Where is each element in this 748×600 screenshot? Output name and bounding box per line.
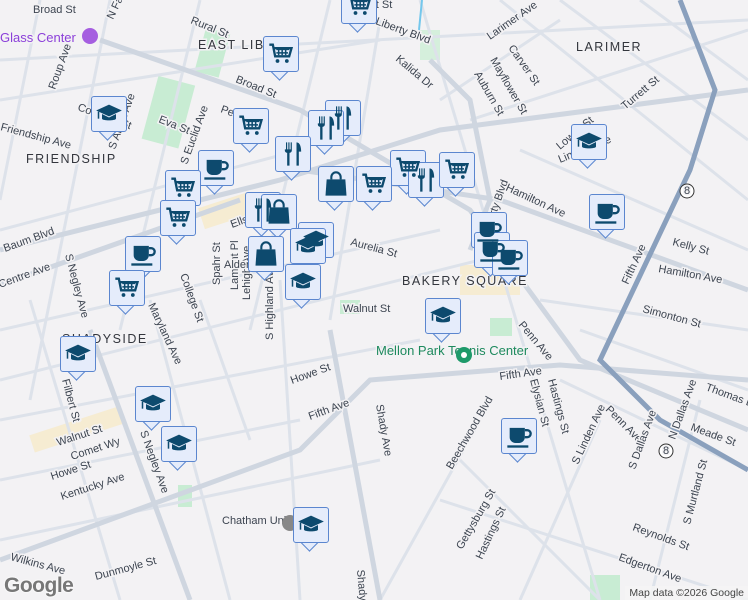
poi-label: Mellon Park Tennis Center [376, 343, 529, 358]
coffee-icon [505, 422, 533, 450]
coffee-marker[interactable] [501, 418, 537, 463]
street-label: Centre Ave [0, 261, 52, 291]
shopping-cart-icon [237, 112, 265, 140]
neighborhood-label: EAST LIB [198, 38, 265, 52]
coffee-marker[interactable] [492, 240, 528, 285]
street-label: Howe St [49, 459, 92, 483]
street-label: Roup Ave [47, 42, 75, 91]
school-marker[interactable] [293, 507, 329, 552]
street-label: Liberty Blvd [374, 16, 432, 47]
school-marker[interactable] [285, 264, 321, 309]
school-marker[interactable] [91, 96, 127, 141]
coffee-icon [593, 198, 621, 226]
street-label: Reynolds St [631, 522, 691, 554]
poi-glass-center[interactable]: Glass Center [0, 28, 98, 47]
shopping-cart-marker[interactable] [356, 166, 392, 211]
street-label: Shady Ave [373, 403, 394, 457]
school-icon [64, 340, 92, 368]
restaurant-icon [279, 140, 307, 168]
shopping-cart-marker[interactable] [341, 0, 377, 33]
shopping-cart-marker[interactable] [109, 270, 145, 315]
route-shield-label: 8 [684, 185, 690, 197]
shopping-cart-icon [113, 274, 141, 302]
poi-mellon-park[interactable]: Mellon Park Tennis Center [375, 342, 530, 363]
street-label: Larimer Ave [485, 0, 540, 42]
restaurant-marker[interactable] [308, 110, 344, 155]
street-label: Dunmoyle St [94, 555, 158, 583]
street-label: S Linden Ave [570, 403, 608, 467]
shopping-cart-icon [345, 0, 373, 20]
street-label: Spahr St [211, 242, 223, 285]
street-label: Shady Ave [354, 569, 371, 600]
school-icon [294, 232, 322, 260]
street-label: Kelly St [671, 236, 710, 257]
shopping-cart-marker[interactable] [439, 152, 475, 197]
shopping-cart-icon [443, 156, 471, 184]
shopping-cart-icon [267, 40, 295, 68]
shopping-bag-marker[interactable] [318, 166, 354, 211]
school-icon [165, 430, 193, 458]
school-icon [429, 302, 457, 330]
street-label: Turrett St [619, 74, 662, 112]
shopping-cart-icon [164, 204, 192, 232]
school-marker[interactable] [60, 336, 96, 381]
street-label: Beechwood Blvd [444, 395, 495, 472]
coffee-marker[interactable] [589, 194, 625, 239]
street-label: Walnut St [343, 303, 390, 315]
shopping-bag-icon [322, 170, 350, 198]
restaurant-icon [412, 166, 440, 194]
museum-icon [82, 28, 98, 44]
school-icon [575, 128, 603, 156]
coffee-icon [129, 240, 157, 268]
street-label: S Murtland St [681, 458, 710, 525]
school-icon [139, 390, 167, 418]
route-shield-label: 8 [663, 445, 669, 457]
coffee-marker[interactable] [198, 150, 234, 195]
shopping-cart-icon [169, 174, 197, 202]
shopping-cart-marker[interactable] [233, 108, 269, 153]
shopping-cart-marker[interactable] [160, 200, 196, 245]
street-label: College St [177, 272, 206, 324]
street-label: Broad St [33, 4, 76, 16]
school-marker[interactable] [425, 298, 461, 343]
street-label: N Fairmount St [105, 0, 147, 21]
school-icon [297, 511, 325, 539]
restaurant-icon [312, 114, 340, 142]
street-label: S Negley Ave [62, 253, 91, 320]
school-marker[interactable] [161, 426, 197, 471]
school-icon [289, 268, 317, 296]
poi-label: Glass Center [0, 30, 77, 45]
restaurant-marker[interactable] [408, 162, 444, 207]
coffee-icon [496, 244, 524, 272]
shopping-bag-marker[interactable] [248, 236, 284, 281]
street-label: Edgerton Ave [617, 552, 683, 586]
shopping-cart-icon [360, 170, 388, 198]
school-icon [95, 100, 123, 128]
school-marker[interactable] [571, 124, 607, 169]
shopping-cart-marker[interactable] [263, 36, 299, 81]
street-label: Simonton St [641, 303, 702, 330]
neighborhood-label: LARIMER [576, 40, 642, 54]
coffee-icon [202, 154, 230, 182]
school-marker[interactable] [135, 386, 171, 431]
shopping-bag-icon [265, 198, 293, 226]
google-logo: Google [4, 574, 74, 597]
street-label: Filbert St [59, 378, 82, 424]
restaurant-marker[interactable] [275, 136, 311, 181]
shopping-bag-icon [252, 240, 280, 268]
attribution[interactable]: Map data ©2026 Google [625, 586, 748, 600]
neighborhood-label: FRIENDSHIP [26, 152, 117, 166]
